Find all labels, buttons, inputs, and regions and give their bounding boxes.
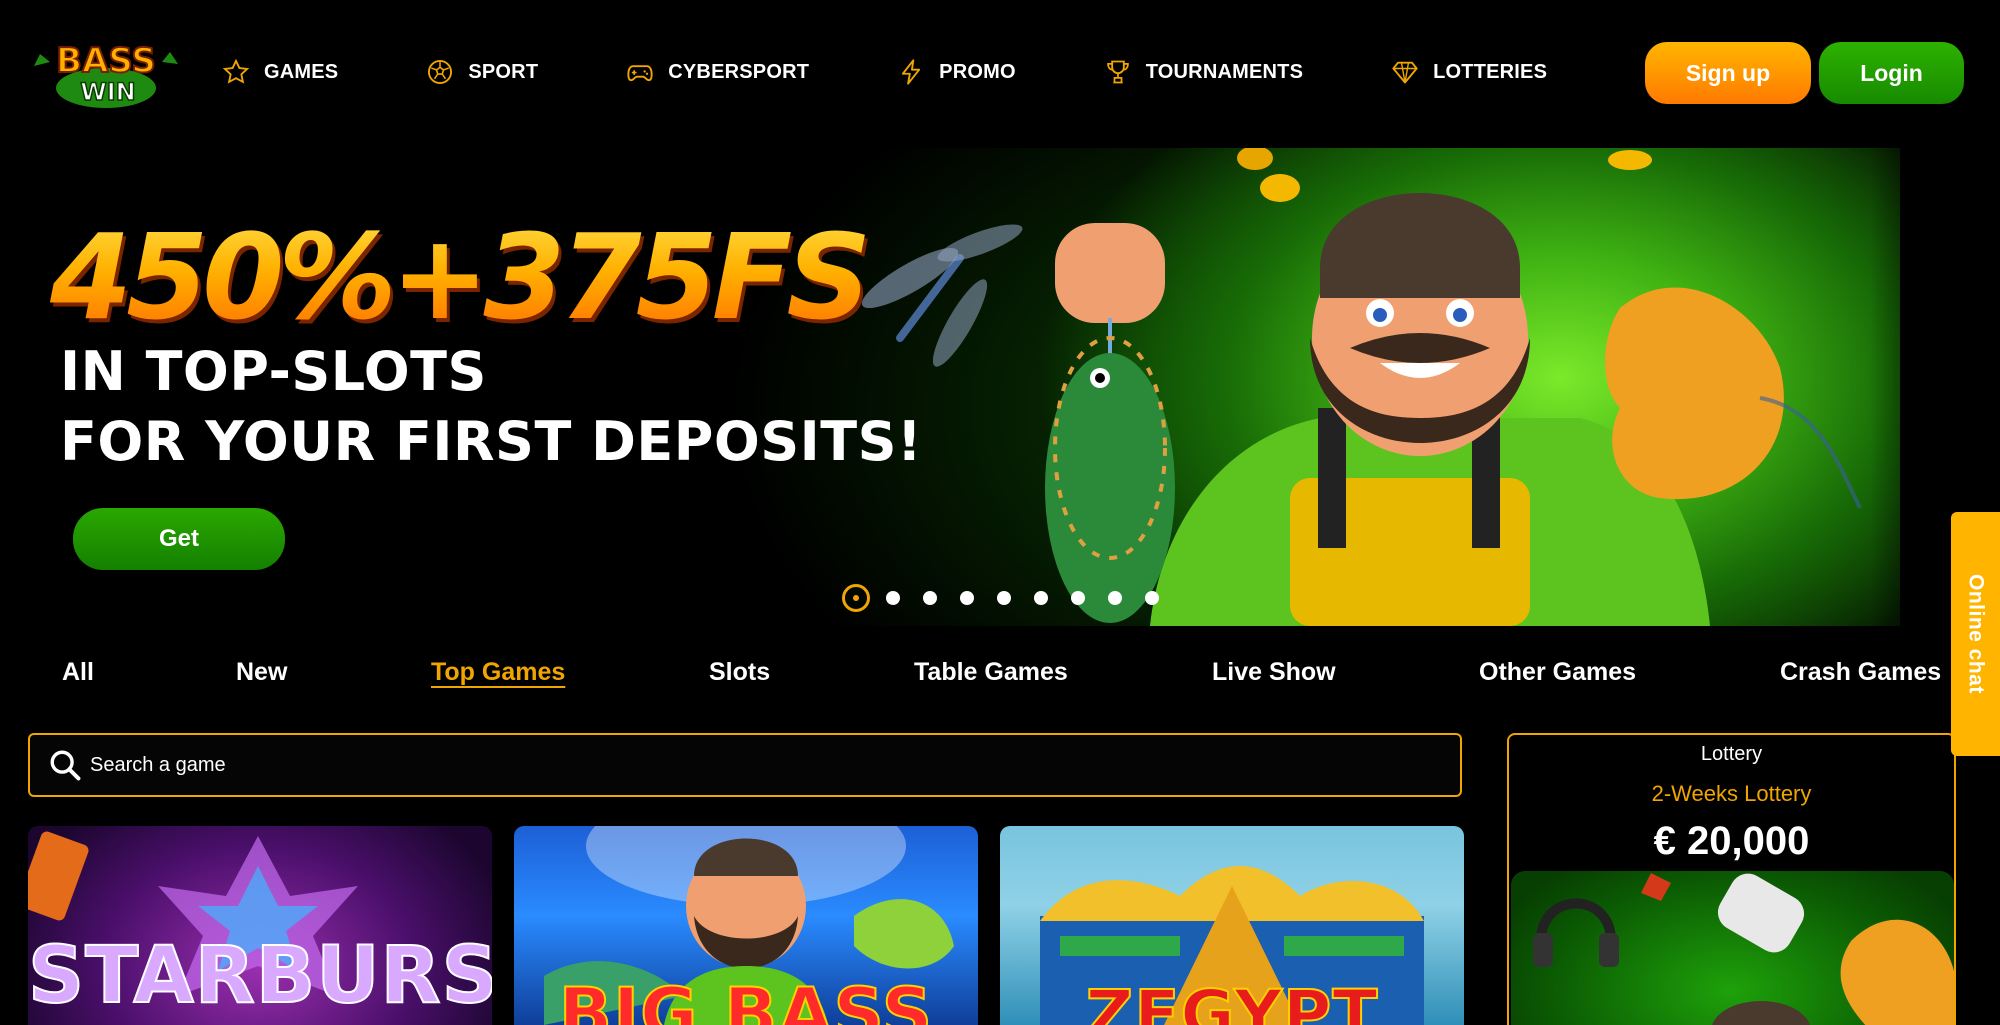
nav-label: TOURNAMENTS [1145,60,1304,83]
tab-top-games[interactable]: Top Games [431,658,565,687]
carousel-dot-3[interactable] [923,591,937,605]
nav-games[interactable]: GAMES [222,58,338,86]
lottery-label: Lottery [1700,743,1763,765]
logo[interactable]: BASS WIN [30,36,182,110]
lottery-name: 2-Weeks Lottery [1651,781,1812,806]
carousel-dot-4[interactable] [960,591,974,605]
promo-banner[interactable]: 450%+375FS IN TOP-SLOTS FOR YOUR FIRST D… [0,148,1968,626]
banner-line-2: FOR YOUR FIRST DEPOSITS! [60,410,923,473]
game-tile-big-bass[interactable]: BIG BASS [514,826,978,1025]
nav-label: CYBERSPORT [668,60,810,83]
nav-tournaments[interactable]: TOURNAMENTS [1104,58,1303,86]
tab-table-games[interactable]: Table Games [914,658,1068,687]
search-icon [50,750,81,781]
lottery-prize-amount: € 20,000 [1653,819,1810,863]
diamond-icon [1392,61,1418,84]
soccer-ball-icon [428,59,453,85]
nav-label: PROMO [939,60,1016,83]
carousel-dot-1[interactable] [842,584,870,612]
lottery-widget[interactable]: Lottery 2-Weeks Lottery € 20,000 [1507,733,1956,1025]
game-tile-zegypt[interactable]: ZEGYPT [1000,826,1464,1025]
game-tile-starburst[interactable]: STARBURST [28,826,492,1025]
carousel-dot-9[interactable] [1145,591,1159,605]
carousel-dot-6[interactable] [1034,591,1048,605]
tab-crash-games[interactable]: Crash Games [1780,658,1941,687]
nav-label: SPORT [468,60,539,83]
tab-all[interactable]: All [62,658,94,687]
search-input[interactable] [88,752,1392,778]
banner-illustration [861,148,1862,626]
star-icon [222,58,250,84]
game-title: STARBURST [28,930,492,1022]
svg-text:WIN: WIN [80,78,136,106]
lightning-icon [902,59,921,85]
gamepad-icon [627,65,653,82]
game-title: BIG BASS [558,972,934,1025]
tab-slots[interactable]: Slots [709,658,770,687]
lottery-art [1533,873,1954,1025]
trophy-icon [1106,60,1129,84]
carousel-dot-8[interactable] [1108,591,1122,605]
svg-text:BASS: BASS [56,41,156,81]
carousel-dot-7[interactable] [1071,591,1085,605]
nav-lotteries[interactable]: LOTTERIES [1391,58,1547,86]
online-chat-tab[interactable]: Online chat [1951,512,2000,756]
carousel-dot-5[interactable] [997,591,1011,605]
nav-cybersport[interactable]: CYBERSPORT [626,58,809,86]
login-button[interactable]: Login [1819,42,1964,104]
header: BASS WIN GAMES SPORT CYBERSPORT PROMO TO… [0,0,2000,148]
main-nav: GAMES SPORT CYBERSPORT PROMO TOURNAMENTS… [222,52,1635,92]
nav-label: LOTTERIES [1433,60,1548,83]
banner-line-1: IN TOP-SLOTS [60,340,487,403]
nav-label: GAMES [264,60,339,83]
carousel-dot-2[interactable] [886,591,900,605]
lottery-image [1511,871,1954,1025]
get-bonus-button[interactable]: Get [73,508,285,570]
signup-button[interactable]: Sign up [1645,42,1811,104]
tab-other-games[interactable]: Other Games [1479,658,1636,687]
game-category-tabs: All New Top Games Slots Table Games Live… [0,640,1960,700]
nav-promo[interactable]: PROMO [897,58,1016,86]
tab-new[interactable]: New [236,658,287,687]
game-search[interactable] [28,733,1462,797]
game-title: ZEGYPT [1085,975,1379,1025]
tab-live-show[interactable]: Live Show [1212,658,1336,687]
banner-headline: 450%+375FS [50,208,871,346]
online-chat-label: Online chat [1964,574,1988,694]
carousel-dots [842,584,1182,612]
nav-sport[interactable]: SPORT [426,58,538,86]
